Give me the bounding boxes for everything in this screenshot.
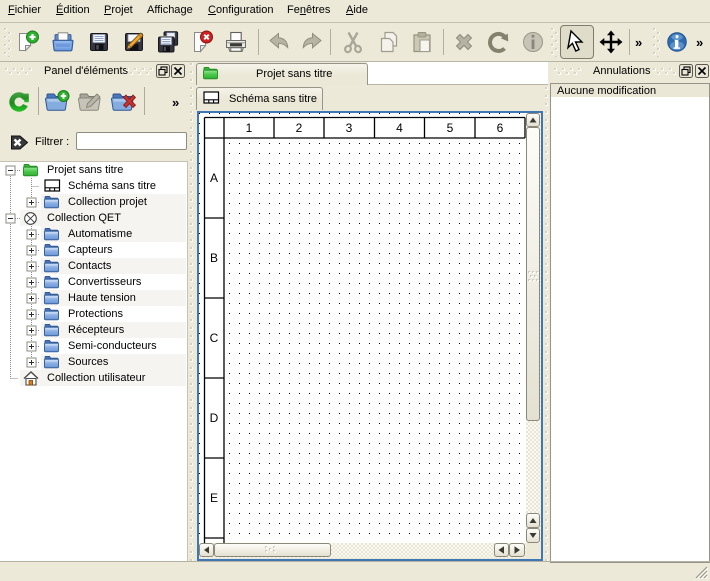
- svg-text:B: B: [210, 251, 218, 265]
- svg-text:C: C: [210, 331, 219, 345]
- svg-text:E: E: [210, 491, 218, 505]
- svg-text:4: 4: [396, 121, 403, 135]
- svg-text:2: 2: [296, 121, 303, 135]
- svg-text:A: A: [210, 171, 218, 185]
- svg-text:5: 5: [447, 121, 454, 135]
- svg-text:3: 3: [346, 121, 353, 135]
- svg-text:1: 1: [246, 121, 253, 135]
- svg-text:D: D: [210, 411, 219, 425]
- svg-text:6: 6: [497, 121, 504, 135]
